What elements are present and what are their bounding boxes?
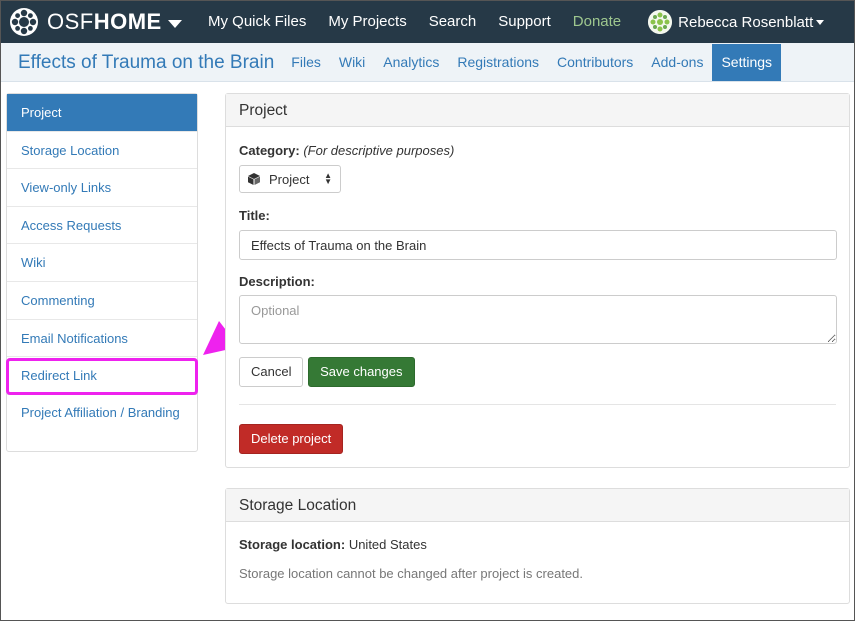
sidebar-item-email-notifications[interactable]: Email Notifications xyxy=(7,320,197,358)
project-subnav: Effects of Trauma on the Brain Files Wik… xyxy=(1,43,854,82)
storage-location-label: Storage location: xyxy=(239,537,346,552)
nav-donate[interactable]: Donate xyxy=(562,1,632,43)
nav-my-projects[interactable]: My Projects xyxy=(317,1,417,43)
tab-registrations[interactable]: Registrations xyxy=(448,44,548,81)
category-select[interactable]: Project ▲ ▼ xyxy=(239,165,341,193)
sidebar-item-redirect-link[interactable]: Redirect Link xyxy=(7,357,197,395)
project-title[interactable]: Effects of Trauma on the Brain xyxy=(1,44,274,81)
tab-analytics[interactable]: Analytics xyxy=(374,44,448,81)
tab-wiki[interactable]: Wiki xyxy=(330,44,374,81)
storage-location-note: Storage location cannot be changed after… xyxy=(239,566,583,581)
sidebar-item-commenting[interactable]: Commenting xyxy=(7,282,197,320)
sidebar-item-access-requests[interactable]: Access Requests xyxy=(7,207,197,245)
tab-settings[interactable]: Settings xyxy=(712,44,782,81)
title-input[interactable] xyxy=(239,230,837,260)
category-note: (For descriptive purposes) xyxy=(303,143,455,158)
tab-contributors[interactable]: Contributors xyxy=(548,44,642,81)
storage-panel-heading: Storage Location xyxy=(226,489,849,522)
sidebar-item-project-affiliation-branding[interactable]: Project Affiliation / Branding xyxy=(7,395,197,451)
description-label: Description: xyxy=(239,274,315,289)
nav-support[interactable]: Support xyxy=(487,1,562,43)
tab-add-ons[interactable]: Add-ons xyxy=(642,44,712,81)
top-navbar: OSF HOME My Quick Files My Projects Sear… xyxy=(1,1,854,43)
sidebar-item-view-only-links[interactable]: View-only Links xyxy=(7,169,197,207)
divider xyxy=(239,404,836,405)
storage-location-value: United States xyxy=(348,537,427,552)
cube-icon xyxy=(248,173,260,185)
osf-logo-icon xyxy=(10,8,38,36)
project-panel: Project Category: (For descriptive purpo… xyxy=(225,93,850,468)
storage-location-panel: Storage Location Storage location: Unite… xyxy=(225,488,850,604)
nav-my-quick-files[interactable]: My Quick Files xyxy=(197,1,317,43)
sidebar-item-wiki[interactable]: Wiki xyxy=(7,244,197,282)
user-name: Rebecca Rosenblatt xyxy=(678,13,814,31)
tab-files[interactable]: Files xyxy=(282,44,330,81)
project-panel-heading: Project xyxy=(226,94,849,127)
brand-home: HOME xyxy=(93,9,162,34)
caret-down-icon[interactable] xyxy=(167,19,182,28)
sidebar-item-storage-location[interactable]: Storage Location xyxy=(7,132,197,170)
select-arrows-icon: ▲ ▼ xyxy=(324,171,332,186)
settings-sidebar: Project Storage Location View-only Links… xyxy=(6,93,198,452)
category-value: Project xyxy=(269,171,310,187)
osf-home-brand[interactable]: OSF HOME xyxy=(1,1,195,43)
nav-search[interactable]: Search xyxy=(418,1,488,43)
delete-project-button[interactable]: Delete project xyxy=(239,424,344,454)
cancel-button[interactable]: Cancel xyxy=(239,357,304,387)
user-menu[interactable]: Rebecca Rosenblatt xyxy=(648,10,825,34)
title-label: Title: xyxy=(239,208,270,223)
brand-osf: OSF xyxy=(47,9,94,34)
user-caret-icon xyxy=(816,19,825,25)
avatar xyxy=(648,10,673,34)
save-changes-button[interactable]: Save changes xyxy=(308,357,415,387)
description-textarea[interactable] xyxy=(239,295,837,344)
sidebar-item-project[interactable]: Project xyxy=(7,94,197,132)
category-label: Category: xyxy=(239,143,300,158)
